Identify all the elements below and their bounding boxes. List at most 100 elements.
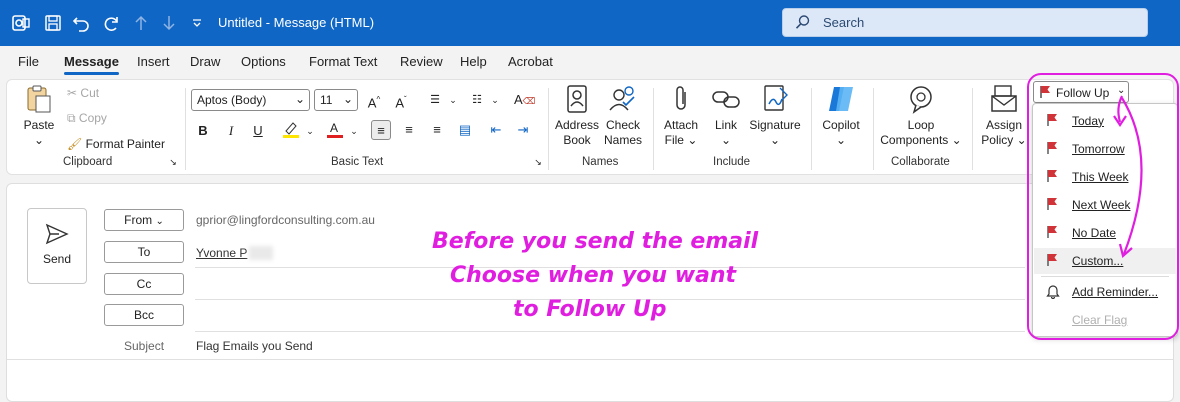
undo-icon[interactable]: [70, 12, 92, 34]
tab-review[interactable]: Review: [400, 54, 443, 69]
cut-button[interactable]: ✂ Cut: [67, 86, 127, 101]
numbering-icon[interactable]: ☷: [467, 90, 487, 110]
divider: [548, 88, 549, 170]
address-book-button[interactable]: Address Book: [553, 84, 601, 148]
chevron-down-icon[interactable]: ⌄: [443, 90, 463, 110]
save-icon[interactable]: [42, 12, 64, 34]
to-button[interactable]: To: [104, 241, 184, 263]
assign-policy-button[interactable]: Assign Policy ⌄: [979, 84, 1029, 148]
dialog-launcher-icon[interactable]: ↘: [532, 156, 544, 168]
compose-area: Send From ⌄ gprior@lingfordconsulting.co…: [6, 183, 1174, 402]
chevron-down-icon: ⌄: [769, 133, 781, 147]
italic-button[interactable]: I: [221, 121, 241, 141]
group-label-names: Names: [582, 156, 619, 168]
arrow-up-icon[interactable]: [130, 12, 152, 34]
align-right-icon[interactable]: ≡: [427, 120, 447, 140]
divider: [873, 88, 874, 170]
tab-format-text[interactable]: Format Text: [309, 54, 377, 69]
decrease-indent-icon[interactable]: ⇤: [486, 120, 506, 140]
search-box[interactable]: Search: [782, 8, 1148, 37]
justify-icon[interactable]: ▤: [455, 120, 475, 140]
tab-draw[interactable]: Draw: [190, 54, 220, 69]
attach-label-1: Attach: [663, 118, 699, 132]
link-icon: [712, 91, 740, 108]
chevron-down-icon: ⌄: [951, 133, 962, 147]
copy-button[interactable]: ⧉ Copy: [67, 111, 127, 126]
cc-button[interactable]: Cc: [104, 273, 184, 295]
clear-formatting-icon[interactable]: A⌫: [514, 90, 535, 110]
bullets-icon[interactable]: ☰: [425, 90, 445, 110]
subject-field-line: [7, 359, 1173, 360]
customize-toolbar-icon[interactable]: [186, 12, 208, 34]
chevron-down-icon[interactable]: ⌄: [300, 121, 320, 141]
address-book-icon: [567, 85, 587, 113]
ribbon: Paste ⌄ ✂ Cut ⧉ Copy 🖌 Format Painter Cli…: [6, 79, 1174, 175]
copy-label: Copy: [78, 111, 107, 125]
group-label-collaborate: Collaborate: [891, 156, 950, 168]
underline-button[interactable]: U: [248, 121, 268, 141]
chevron-down-icon: ⌄: [342, 92, 353, 106]
chevron-down-icon: ⌄: [33, 133, 45, 147]
link-button[interactable]: Link ⌄: [707, 84, 745, 148]
divider: [972, 88, 973, 170]
font-size-combo[interactable]: 11 ⌄: [314, 89, 358, 111]
font-color-icon[interactable]: A: [325, 120, 345, 140]
menu-bar: File Message Insert Draw Options Format …: [0, 46, 1180, 76]
check-names-label-2: Names: [603, 133, 642, 147]
font-size-value: 11: [320, 93, 333, 107]
paste-button[interactable]: Paste ⌄: [19, 84, 59, 148]
tab-options[interactable]: Options: [241, 54, 286, 69]
align-center-icon[interactable]: ≡: [399, 120, 419, 140]
annotation-line-1: Before you send the email: [432, 229, 759, 254]
dialog-launcher-icon[interactable]: ↘: [167, 156, 179, 168]
increase-indent-icon[interactable]: ⇥: [513, 120, 533, 140]
loop-components-button[interactable]: Loop Components ⌄: [879, 84, 963, 148]
tab-message[interactable]: Message: [64, 54, 119, 75]
chevron-down-icon: ⌄: [155, 216, 164, 227]
bcc-field-line: [195, 331, 1025, 332]
chevron-down-icon[interactable]: ⌄: [344, 121, 364, 141]
align-left-icon[interactable]: ≡: [371, 120, 391, 140]
from-button[interactable]: From ⌄: [104, 209, 184, 231]
tab-insert[interactable]: Insert: [137, 54, 170, 69]
annotation-line-3: to Follow Up: [513, 297, 667, 322]
group-label-include: Include: [713, 156, 751, 168]
from-label: From: [124, 213, 153, 227]
grow-font-icon[interactable]: A^: [364, 90, 384, 110]
bold-button[interactable]: B: [193, 121, 213, 141]
subject-input[interactable]: Flag Emails you Send: [196, 339, 313, 353]
tab-help[interactable]: Help: [460, 54, 487, 69]
shrink-font-icon[interactable]: Aˇ: [391, 90, 411, 110]
address-book-label-2: Book: [563, 133, 591, 147]
copilot-button[interactable]: Copilot ⌄: [817, 84, 865, 148]
redo-icon[interactable]: [100, 12, 122, 34]
tab-acrobat[interactable]: Acrobat: [508, 54, 553, 69]
send-button[interactable]: Send: [27, 208, 87, 284]
to-recipient[interactable]: Yvonne P: [196, 246, 247, 260]
assign-label-1: Assign: [985, 118, 1023, 132]
policy-envelope-icon: [991, 85, 1017, 112]
bcc-button[interactable]: Bcc: [104, 304, 184, 326]
blurred-recipient-part: [249, 246, 273, 260]
loop-label-1: Loop: [907, 118, 935, 132]
cut-label: Cut: [80, 86, 100, 100]
scissors-icon: ✂: [67, 86, 78, 100]
chevron-down-icon[interactable]: ⌄: [485, 90, 505, 110]
subject-label: Subject: [124, 339, 165, 353]
loop-icon: [910, 86, 932, 114]
highlight-icon[interactable]: [281, 120, 301, 140]
arrow-down-icon[interactable]: [158, 12, 180, 34]
check-names-button[interactable]: Check Names: [601, 84, 645, 148]
format-painter-button[interactable]: 🖌 Format Painter: [67, 137, 179, 152]
attach-label-2: File: [664, 133, 684, 147]
address-book-label-1: Address: [554, 118, 600, 132]
signature-button[interactable]: Signature ⌄: [747, 84, 803, 148]
tab-file[interactable]: File: [18, 54, 39, 69]
font-name-combo[interactable]: Aptos (Body) ⌄: [191, 89, 310, 111]
assign-label-2: Policy: [981, 133, 1014, 147]
paperclip-icon: [676, 86, 686, 110]
group-label-basic-text: Basic Text: [331, 156, 384, 168]
chevron-down-icon: ⌄: [720, 133, 732, 147]
title-bar: Untitled - Message (HTML) Search: [0, 0, 1180, 46]
attach-file-button[interactable]: Attach File ⌄: [659, 84, 703, 148]
